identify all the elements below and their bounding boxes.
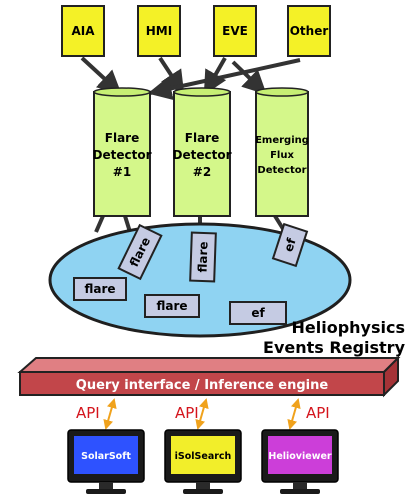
event-card-ef-2: ef [229, 301, 287, 325]
data-sources: AIA HMI EVE Other [61, 5, 331, 57]
helioviewer-label: Helioviewer [268, 451, 332, 462]
api-arrow-helioviewer [287, 398, 301, 430]
api-label-isolsearch: API [175, 404, 199, 422]
detector-emerging-flux-line-1: Emerging [255, 135, 309, 146]
event-card-flare-3-label: flare [84, 282, 115, 296]
diagram-canvas: AIA HMI EVE Other Flare Detector #1 Flar… [17, 5, 406, 494]
solarsoft-stand-neck [99, 482, 113, 490]
source-other-label: Other [290, 24, 329, 38]
event-card-flare-2-label: flare [195, 241, 210, 273]
query-interface-bar: Query interface / Inference engine [17, 355, 401, 398]
detectors: Flare Detector #1 Flare Detector #2 Emer… [93, 87, 309, 217]
detector-flare-2-line-1: Flare [185, 131, 219, 145]
source-aia-label: AIA [71, 24, 95, 38]
connector-detector-1-left [94, 215, 105, 233]
registry-label-line-1: Heliophysics [292, 318, 406, 337]
detector-flare-2-line-2: Detector [173, 148, 232, 162]
source-aia: AIA [61, 5, 105, 57]
detector-flare-1-line-1: Flare [105, 131, 139, 145]
detector-flare-2-top [173, 87, 231, 97]
query-bar-top [17, 357, 401, 373]
api-arrow-isolsearch [195, 398, 209, 430]
detector-emerging-flux-line-2: Flux [270, 150, 294, 161]
detector-emerging-flux-top [255, 87, 309, 97]
registry-label-line-2: Events Registry [263, 338, 406, 357]
query-interface-label: Query interface / Inference engine [76, 378, 329, 393]
event-card-flare-4: flare [144, 294, 200, 318]
source-eve-label: EVE [222, 24, 248, 38]
event-card-ef-2-label: ef [251, 306, 265, 320]
api-arrow-solarsoft [103, 398, 117, 430]
api-label-solarsoft: API [76, 404, 100, 422]
api-label-helioviewer: API [306, 404, 330, 422]
connector-eve-to-detector-3 [231, 60, 267, 95]
source-hmi: HMI [137, 5, 181, 57]
detector-flare-1-line-2: Detector [93, 148, 152, 162]
helioviewer-stand-neck [293, 482, 307, 490]
clients: SolarSoft iSolSearch Helioviewer [67, 429, 339, 494]
solarsoft-label: SolarSoft [81, 451, 131, 462]
detector-flare-1: Flare Detector #1 [93, 87, 152, 217]
event-card-flare-4-label: flare [156, 299, 187, 313]
api-connectors: API API API [76, 398, 330, 430]
client-isolsearch: iSolSearch [164, 429, 242, 494]
client-helioviewer: Helioviewer [261, 429, 339, 494]
detector-flare-2: Flare Detector #2 [173, 87, 232, 217]
source-other: Other [287, 5, 331, 57]
detector-flare-1-line-3: #1 [113, 165, 131, 179]
detector-flare-1-top [93, 87, 151, 97]
isolsearch-stand-base [183, 489, 223, 494]
heliophysics-architecture-diagram: AIA HMI EVE Other Flare Detector #1 Flar… [0, 0, 415, 500]
event-card-flare-2: flare [189, 231, 217, 283]
isolsearch-label: iSolSearch [175, 451, 232, 462]
detector-emerging-flux-line-3: Detector [257, 165, 306, 176]
source-hmi-label: HMI [146, 24, 172, 38]
detector-flare-2-line-3: #2 [193, 165, 211, 179]
detector-emerging-flux: Emerging Flux Detector [255, 87, 309, 217]
solarsoft-stand-base [86, 489, 126, 494]
isolsearch-stand-neck [196, 482, 210, 490]
event-card-flare-3: flare [73, 277, 127, 301]
source-eve: EVE [213, 5, 257, 57]
client-solarsoft: SolarSoft [67, 429, 145, 494]
helioviewer-stand-base [280, 489, 320, 494]
